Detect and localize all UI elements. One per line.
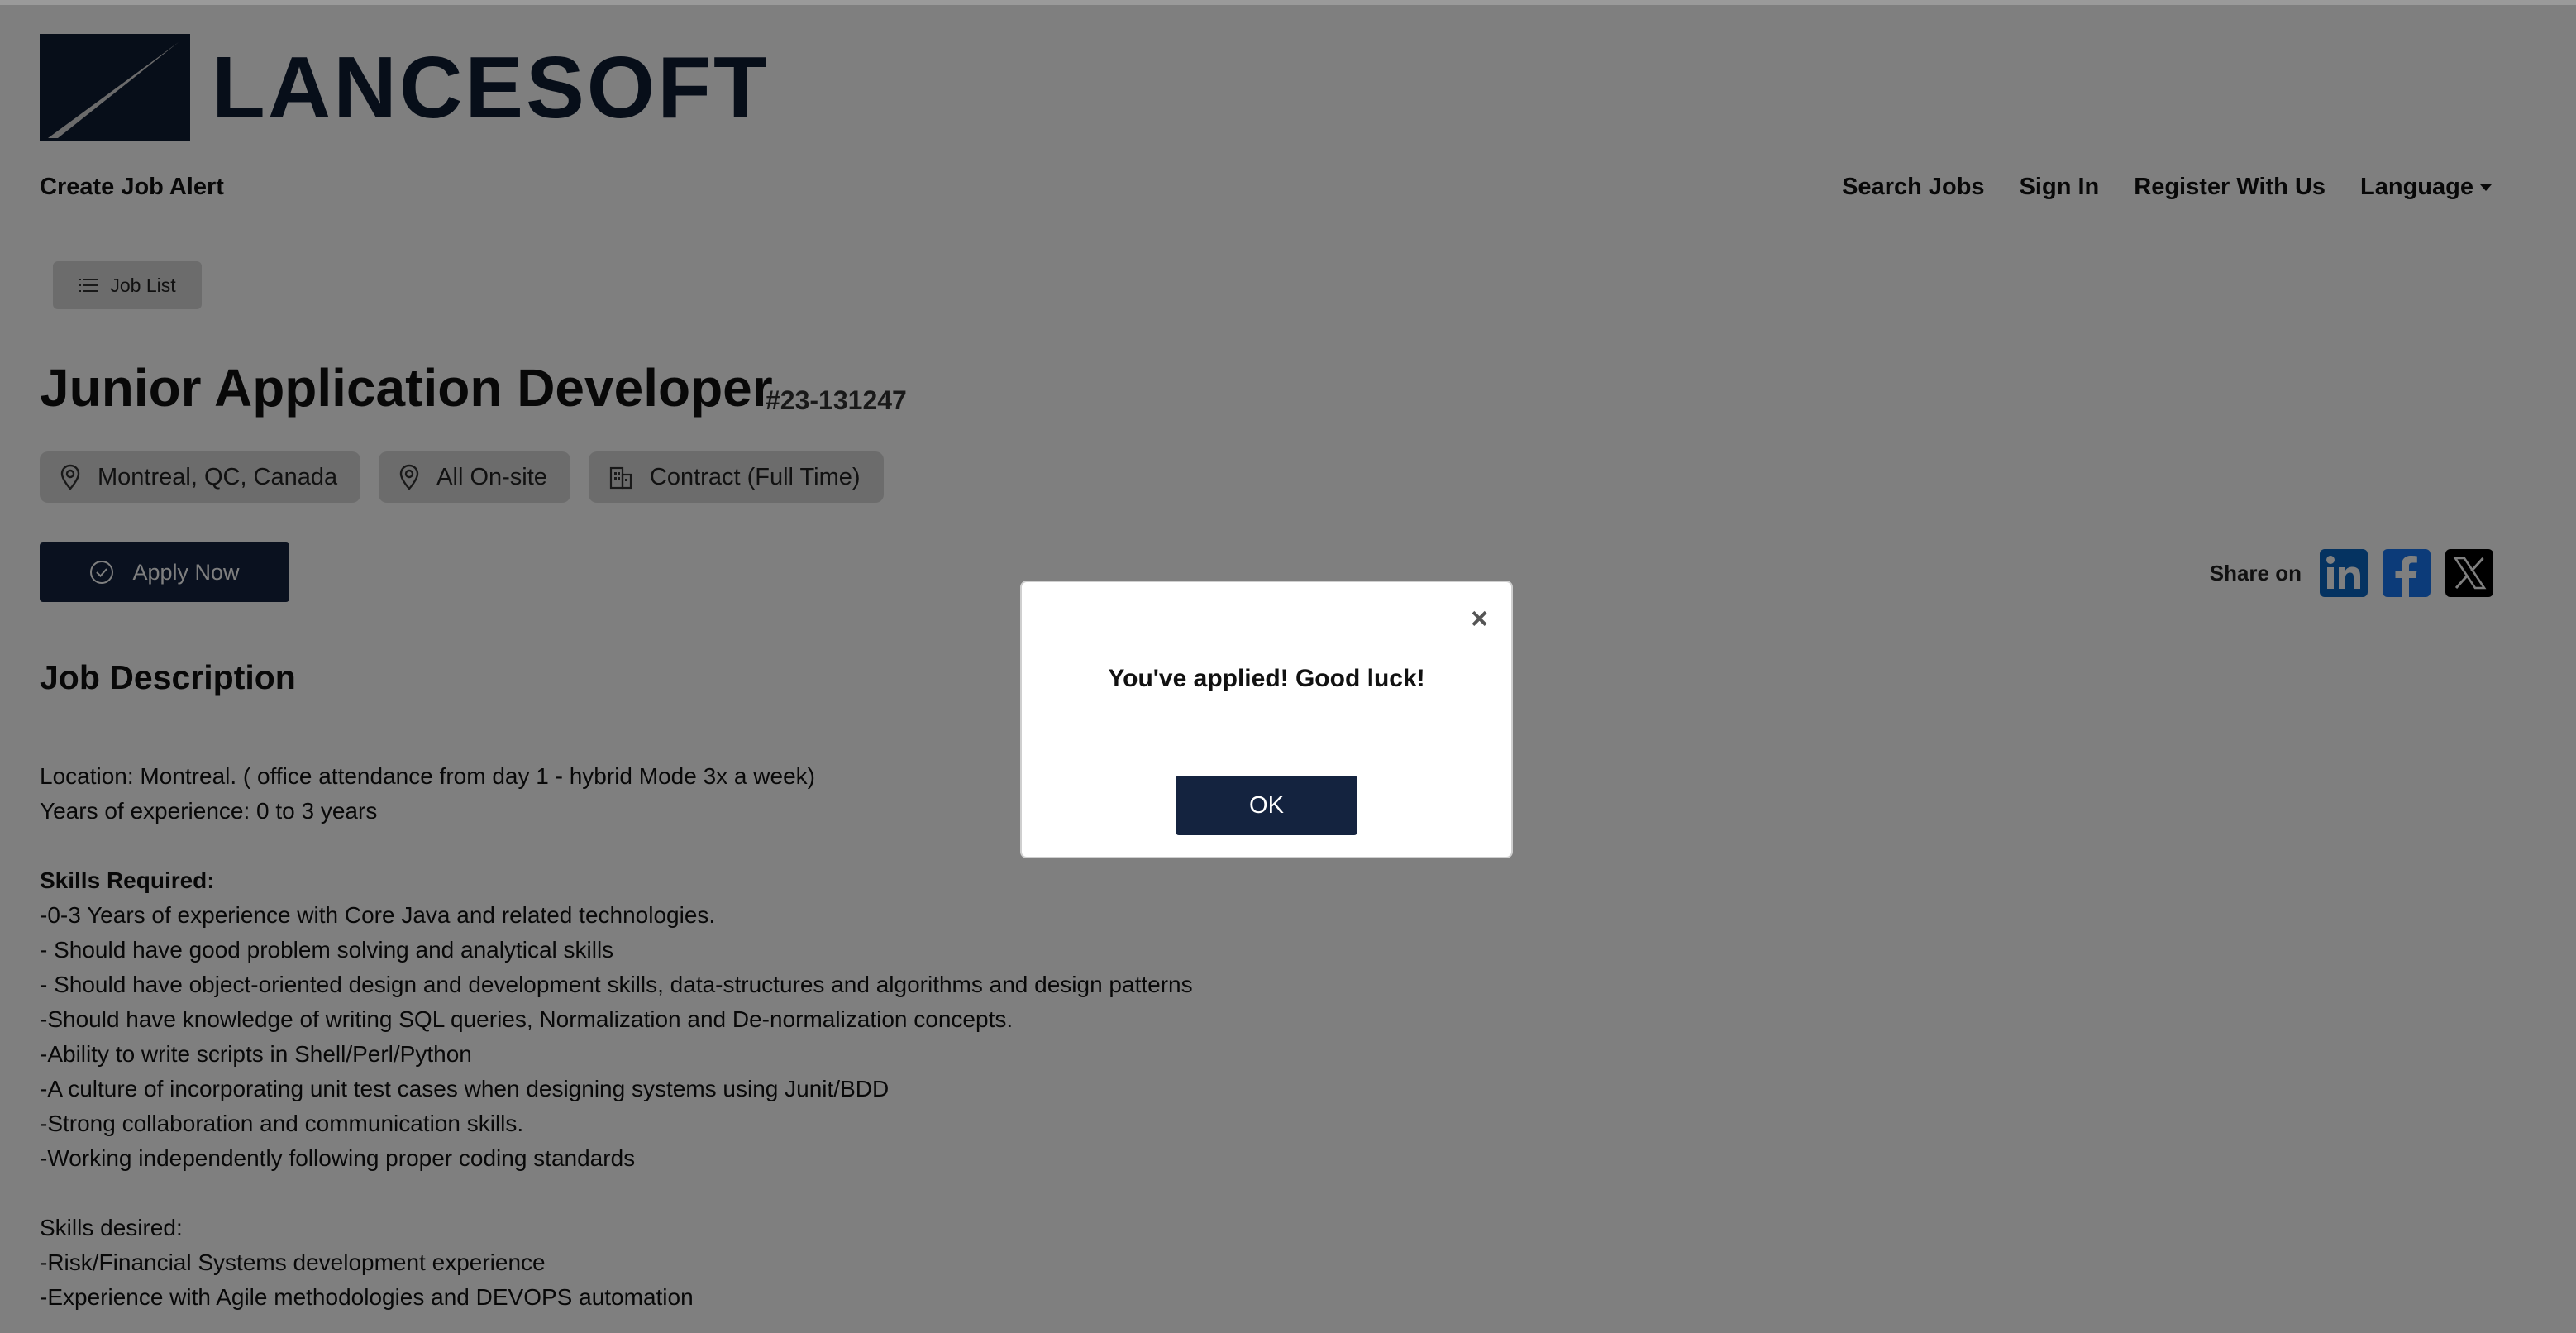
close-icon[interactable]: × (1471, 604, 1488, 633)
application-confirmation-dialog: × You've applied! Good luck! OK (1020, 580, 1513, 858)
confirmation-message: You've applied! Good luck! (1108, 665, 1425, 692)
ok-button[interactable]: OK (1176, 776, 1357, 835)
